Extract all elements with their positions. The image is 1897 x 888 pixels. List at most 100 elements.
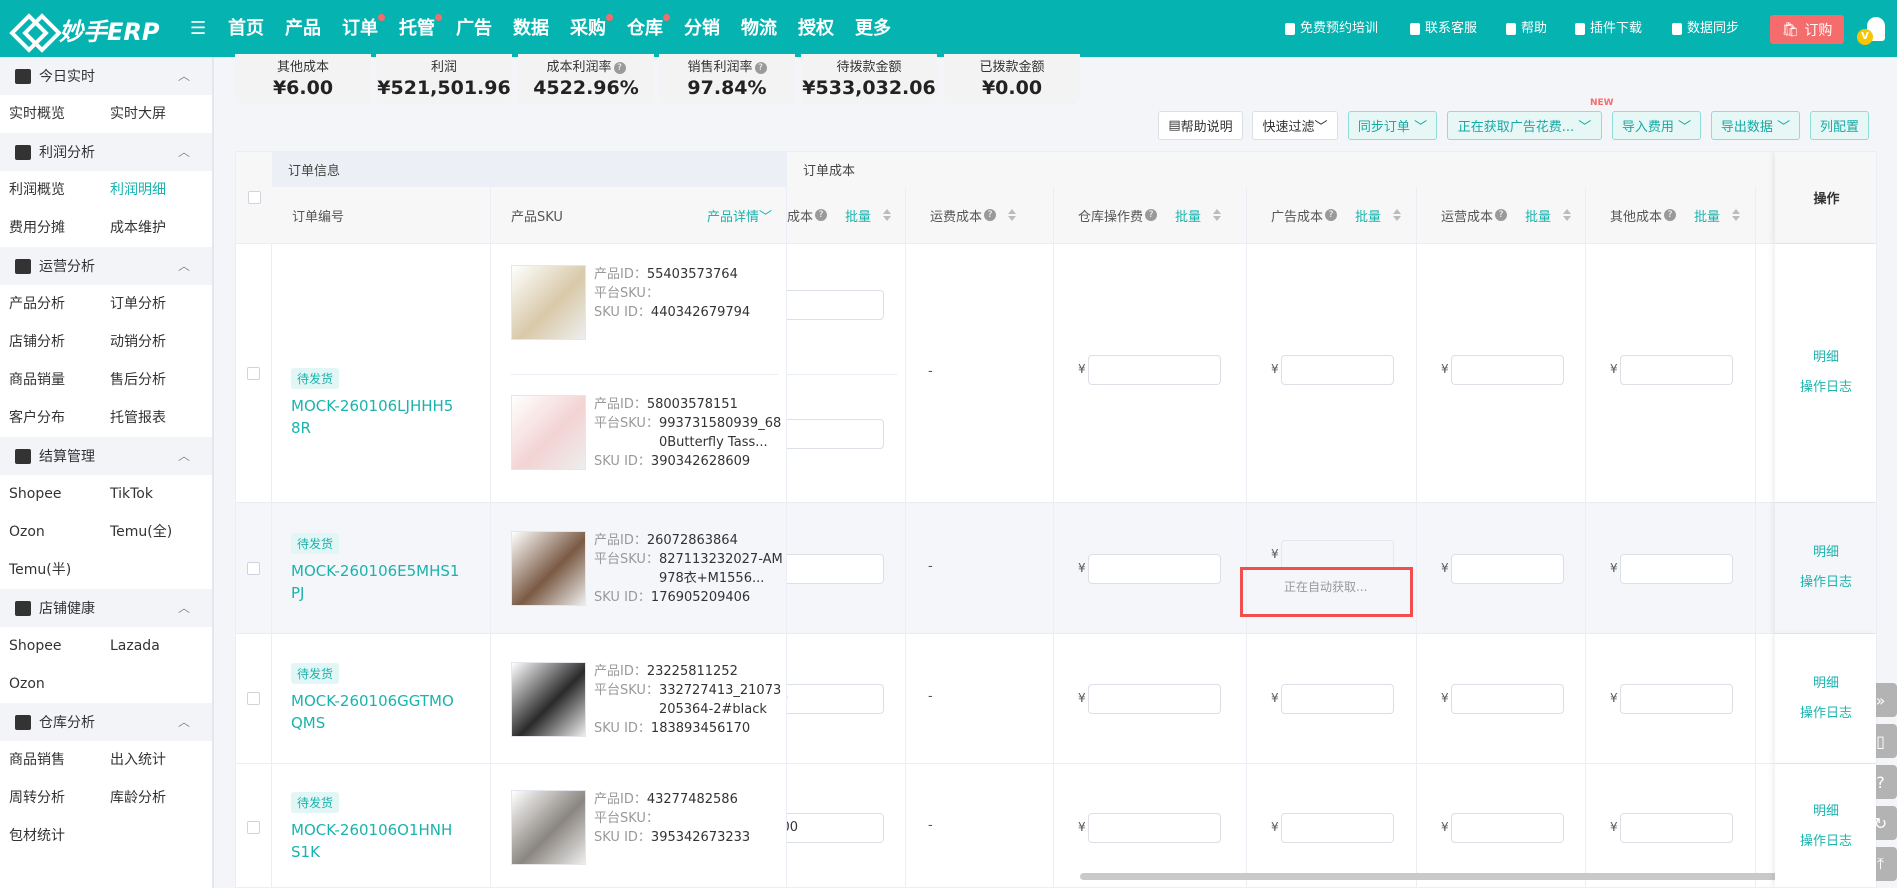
product-image[interactable] [511,394,586,470]
quick-filter-button[interactable]: 快速过滤 ﹀ [1252,111,1338,140]
help-icon[interactable]: ? [1145,209,1158,221]
detail-link[interactable]: 明细 [1775,797,1876,827]
nav-item[interactable]: 数据 [513,0,570,57]
batch-edit-link[interactable]: 批量 [845,206,871,225]
horizontal-scrollbar[interactable] [1080,873,1809,880]
sidebar-item[interactable]: 商品销售 [9,741,110,779]
chevron-up-icon[interactable]: ︿ [178,713,190,730]
sidebar-item[interactable]: Ozon [9,513,110,551]
ad-cost-input[interactable] [1281,354,1394,385]
sidebar-section[interactable]: 结算管理 ︿ [0,437,212,475]
chevron-up-icon[interactable]: ︿ [178,257,190,274]
sidebar-item[interactable]: 动销分析 [110,323,211,361]
nav-item[interactable]: 采购 [570,0,627,57]
batch-edit-link[interactable]: 批量 [1175,206,1201,225]
sidebar-item[interactable]: 售后分析 [110,361,211,399]
header-link-plugin-download[interactable]: 插件下载 [1575,0,1642,57]
detail-link[interactable]: 明细 [1775,538,1876,568]
detail-link[interactable]: 明细 [1775,669,1876,699]
ad-cost-input[interactable] [1281,684,1394,714]
nav-item[interactable]: 更多 [855,0,912,57]
row-checkbox[interactable] [247,561,260,575]
nav-item[interactable]: 产品 [285,0,342,57]
header-link-training[interactable]: 免费预约培训 [1285,0,1378,57]
order-number-link[interactable]: MOCK-260106GGTMOQMS [291,690,461,734]
sidebar-item[interactable]: 实时概览 [9,95,110,133]
nav-item[interactable]: 物流 [741,0,798,57]
sort-icon[interactable] [1563,209,1572,221]
sidebar-item[interactable]: Lazada [110,627,211,665]
nav-item[interactable]: 仓库 [627,0,684,57]
help-icon[interactable]: ? [1325,209,1338,221]
operation-log-link[interactable]: 操作日志 [1775,699,1876,729]
batch-edit-link[interactable]: 批量 [1694,206,1720,225]
ops-cost-input[interactable] [1451,354,1564,385]
warehouse-cost-input[interactable] [1088,684,1221,714]
sidebar-item[interactable]: 托管报表 [110,399,211,437]
cost-input[interactable]: 34.00 [787,812,884,843]
row-checkbox[interactable] [247,820,260,834]
detail-link[interactable]: 明细 [1775,343,1876,373]
column-config-button[interactable]: 列配置 [1810,111,1869,140]
sidebar-item[interactable]: 订单分析 [110,285,211,323]
ops-cost-input[interactable] [1451,553,1564,584]
logo[interactable]: 妙手ERP [15,11,159,47]
product-image[interactable] [511,661,586,737]
cost-input[interactable]: 00 [787,684,884,714]
warehouse-cost-input[interactable] [1088,812,1221,843]
help-icon[interactable]: ? [1664,209,1677,221]
batch-edit-link[interactable]: 批量 [1525,206,1551,225]
sidebar-item[interactable]: 利润明细 [110,171,211,209]
sidebar-item[interactable]: 利润概览 [9,171,110,209]
nav-item[interactable]: 广告 [456,0,513,57]
product-detail-toggle[interactable]: 产品详情﹀ [707,206,772,225]
operation-log-link[interactable]: 操作日志 [1775,827,1876,857]
order-purchase-button[interactable]: 🛍 订购 [1770,15,1844,44]
select-all-checkbox[interactable] [247,191,261,204]
sort-icon[interactable] [1008,209,1017,221]
sidebar-item[interactable]: 客户分布 [9,399,110,437]
sidebar-section[interactable]: 利润分析 ︿ [0,133,212,171]
warehouse-cost-input[interactable] [1088,354,1221,385]
chevron-up-icon[interactable]: ︿ [178,143,190,160]
sidebar-section[interactable]: 仓库分析 ︿ [0,703,212,741]
ops-cost-input[interactable] [1451,684,1564,714]
operation-log-link[interactable]: 操作日志 [1775,568,1876,598]
header-link-help[interactable]: 帮助 [1506,0,1547,57]
nav-item[interactable]: 分销 [684,0,741,57]
sidebar-item[interactable]: 实时大屏 [110,95,211,133]
help-icon[interactable]: ? [1495,209,1508,221]
sidebar-item[interactable]: 出入统计 [110,741,211,779]
sort-icon[interactable] [1213,209,1222,221]
product-image[interactable] [511,790,586,865]
warehouse-cost-input[interactable] [1088,553,1221,584]
operation-log-link[interactable]: 操作日志 [1775,373,1876,403]
import-costs-button[interactable]: 导入费用 ﹀ [1612,111,1701,140]
product-image[interactable] [511,265,586,341]
menu-icon[interactable]: ☰ [190,18,206,39]
help-icon[interactable]: ? [984,209,997,221]
sidebar-item[interactable]: Temu(全) [110,513,211,551]
other-cost-input[interactable] [1620,684,1733,714]
sort-icon[interactable] [1732,209,1741,221]
sidebar-item[interactable]: 产品分析 [9,285,110,323]
sidebar-item[interactable]: 商品销量 [9,361,110,399]
ops-cost-input[interactable] [1451,812,1564,843]
sidebar-item[interactable]: 成本维护 [110,209,211,247]
row-checkbox[interactable] [247,366,260,380]
sidebar-item[interactable]: TikTok [110,475,211,513]
nav-item[interactable]: 订单 [342,0,399,57]
other-cost-input[interactable] [1620,812,1733,843]
sidebar-section[interactable]: 运营分析 ︿ [0,247,212,285]
cost-input[interactable] [787,419,884,450]
export-data-button[interactable]: 导出数据 ﹀ [1711,111,1800,140]
chevron-up-icon[interactable]: ︿ [178,599,190,616]
sidebar-section[interactable]: 店铺健康 ︿ [0,589,212,627]
sort-icon[interactable] [883,209,892,221]
help-icon[interactable]: ? [815,209,828,221]
sidebar-item[interactable]: 包材统计 [9,817,110,855]
nav-item[interactable]: 授权 [798,0,855,57]
order-number-link[interactable]: MOCK-260106E5MHS1PJ [291,560,461,604]
sync-orders-button[interactable]: 同步订单 ﹀ [1348,111,1437,140]
sidebar-item[interactable]: 周转分析 [9,779,110,817]
